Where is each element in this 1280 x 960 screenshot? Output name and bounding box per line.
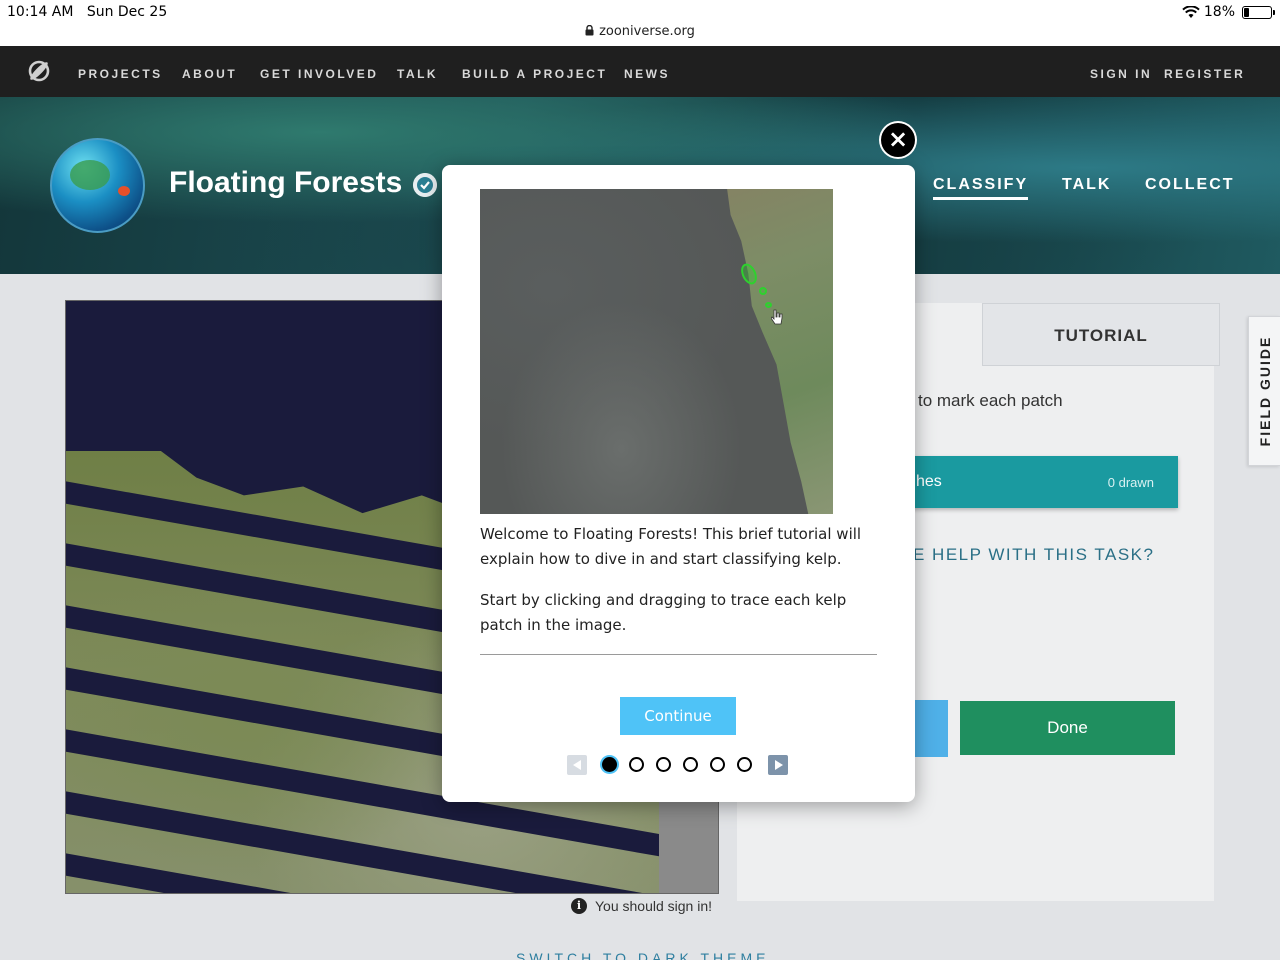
- tutorial-paragraph: Start by clicking and dragging to trace …: [480, 591, 847, 634]
- tab-tutorial[interactable]: TUTORIAL: [982, 303, 1220, 366]
- address-bar[interactable]: zooniverse.org: [0, 24, 1280, 39]
- nav-get-involved[interactable]: GET INVOLVED: [260, 67, 378, 81]
- done-button[interactable]: Done: [960, 701, 1175, 755]
- kelp-outline: [759, 287, 767, 295]
- tab-talk[interactable]: TALK: [1062, 176, 1111, 194]
- address-url[interactable]: zooniverse.org: [599, 24, 695, 39]
- battery-fill: [1244, 7, 1249, 17]
- lock-icon: [585, 25, 594, 36]
- zooniverse-logo-icon[interactable]: [27, 59, 51, 83]
- tab-collect[interactable]: COLLECT: [1145, 176, 1235, 194]
- step-dot-5[interactable]: [710, 757, 725, 772]
- continue-button[interactable]: Continue: [620, 697, 736, 735]
- status-date: Sun Dec 25: [86, 4, 168, 20]
- close-modal-button[interactable]: ×: [881, 123, 915, 157]
- arrow-left-icon: [573, 760, 581, 770]
- sign-in-notice: i You should sign in!: [571, 898, 712, 914]
- field-guide-tab[interactable]: FIELD GUIDE: [1248, 316, 1280, 466]
- task-help-link[interactable]: E HELP WITH THIS TASK?: [913, 545, 1154, 565]
- status-indicators: 18%: [1182, 4, 1275, 20]
- draw-tool-label: hes: [916, 473, 942, 490]
- sign-in-link[interactable]: SIGN IN: [1090, 67, 1152, 81]
- project-avatar[interactable]: [50, 138, 145, 233]
- nav-talk[interactable]: TALK: [397, 67, 438, 81]
- tutorial-image: [480, 189, 833, 514]
- draw-tool-count: 0 drawn: [1107, 475, 1154, 490]
- register-link[interactable]: REGISTER: [1164, 67, 1245, 81]
- hand-cursor-icon: [771, 309, 783, 325]
- step-dot-1[interactable]: [602, 757, 617, 772]
- status-clock: 10:14 AM: [7, 4, 74, 20]
- field-guide-label: FIELD GUIDE: [1256, 335, 1273, 447]
- battery-percent: 18%: [1203, 4, 1235, 20]
- task-instruction: to mark each patch: [918, 391, 1063, 410]
- arrow-right-icon: [775, 760, 783, 770]
- step-dot-3[interactable]: [656, 757, 671, 772]
- step-dot-4[interactable]: [683, 757, 698, 772]
- ios-status-bar: 10:14 AM Sun Dec 25 zooniverse.org 18%: [0, 0, 1280, 46]
- switch-dark-theme-link[interactable]: SWITCH TO DARK THEME: [516, 950, 769, 960]
- wifi-icon: [1182, 5, 1200, 18]
- step-dot-2[interactable]: [629, 757, 644, 772]
- tutorial-divider: [480, 654, 877, 655]
- status-time: 10:14 AM Sun Dec 25: [7, 4, 167, 20]
- tab-classify[interactable]: CLASSIFY: [933, 176, 1029, 200]
- step-dot-6[interactable]: [737, 757, 752, 772]
- avatar-fish-shape: [118, 186, 130, 196]
- verified-badge-icon: [413, 173, 437, 197]
- battery-icon: [1242, 5, 1275, 19]
- tutorial-paragraph: Welcome to Floating Forests! This brief …: [480, 525, 862, 568]
- next-step-button[interactable]: [768, 755, 788, 775]
- avatar-kelp-shape: [70, 160, 110, 190]
- nav-news[interactable]: NEWS: [624, 67, 670, 81]
- sign-in-notice-text: You should sign in!: [595, 898, 713, 914]
- nav-about[interactable]: ABOUT: [182, 67, 237, 81]
- draw-tool-button[interactable]: hes 0 drawn: [880, 456, 1178, 508]
- site-navigation: PROJECTS ABOUT GET INVOLVED TALK BUILD A…: [0, 46, 1280, 97]
- tutorial-modal: Welcome to Floating Forests! This brief …: [442, 165, 915, 802]
- nav-build-a-project[interactable]: BUILD A PROJECT: [462, 67, 607, 81]
- project-title[interactable]: Floating Forests: [169, 166, 402, 200]
- previous-step-button[interactable]: [567, 755, 587, 775]
- info-icon: i: [571, 898, 587, 914]
- nav-projects[interactable]: PROJECTS: [78, 67, 163, 81]
